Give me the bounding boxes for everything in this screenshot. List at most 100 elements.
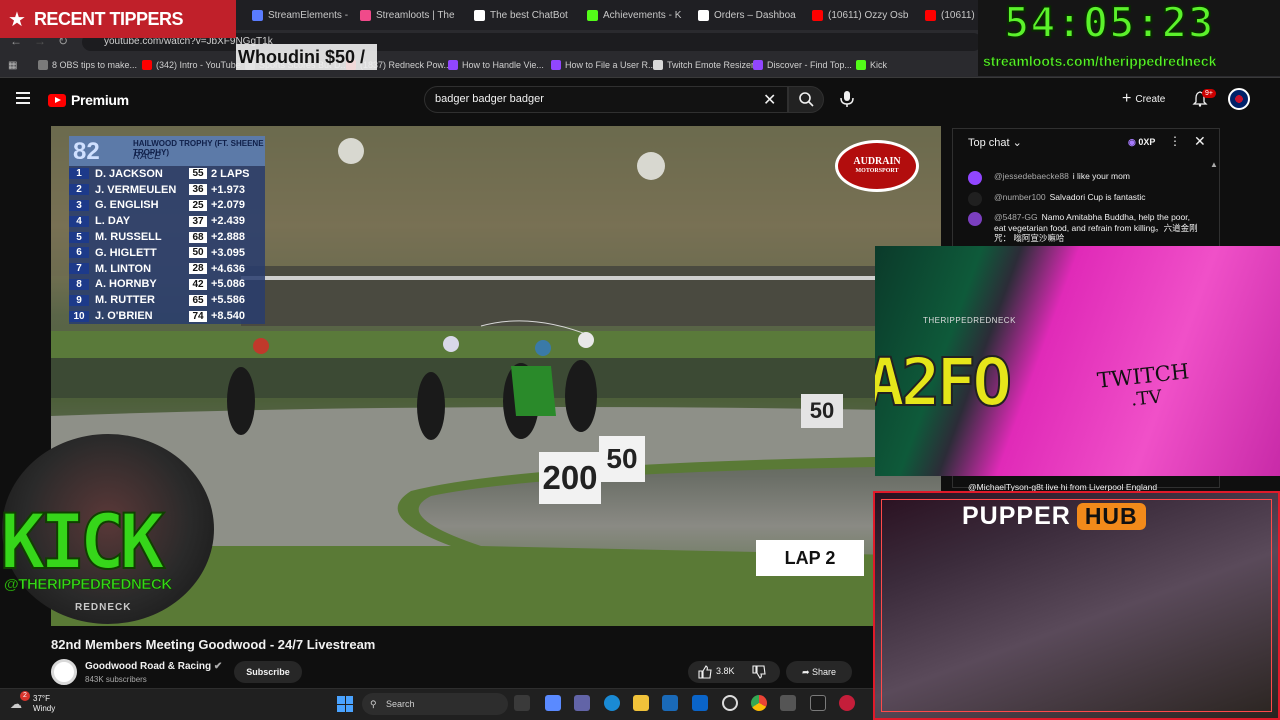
bookmark-label: How to Handle Vie... bbox=[462, 60, 544, 70]
chat-author[interactable]: @jessedebaecke88 bbox=[994, 171, 1069, 181]
distance-board-50: 50 bbox=[599, 436, 645, 482]
rider-position: 2 bbox=[69, 184, 89, 196]
obs-icon[interactable] bbox=[722, 695, 738, 711]
subscribe-button[interactable]: Subscribe bbox=[234, 661, 302, 683]
rider-name: M. RUSSELL bbox=[95, 231, 162, 244]
leaderboard-row: 9 M. RUTTER 65 +5.586 bbox=[69, 292, 265, 308]
menu-icon[interactable] bbox=[16, 92, 30, 104]
browser-tab[interactable]: Achievements - K ✕ bbox=[587, 4, 691, 26]
clear-search-icon[interactable]: ✕ bbox=[763, 90, 776, 110]
apps-grid-icon[interactable]: ▦ bbox=[8, 60, 17, 71]
chat-avatar[interactable] bbox=[968, 192, 982, 206]
youtube-logo-text: Premium bbox=[71, 92, 129, 108]
bookmark-item[interactable]: (342) Intro - YouTube bbox=[142, 60, 241, 70]
browser-tab[interactable]: StreamElements -✕ bbox=[252, 4, 356, 26]
taskbar-search-label: Search bbox=[386, 699, 415, 709]
chat-xp[interactable]: ◉ 0XP bbox=[1128, 137, 1155, 148]
chat-scroll-up-icon[interactable]: ▲ bbox=[1210, 160, 1218, 169]
chat-author[interactable]: @number100 bbox=[994, 192, 1046, 202]
chat-close-icon[interactable]: ✕ bbox=[1194, 133, 1206, 150]
weather-icon[interactable]: ☁ bbox=[10, 697, 22, 711]
rider-number: 50 bbox=[189, 247, 207, 259]
terminal-icon[interactable] bbox=[810, 695, 826, 711]
rider-number: 37 bbox=[189, 215, 207, 227]
browser-tab[interactable]: Streamloots | The✕ bbox=[360, 4, 464, 26]
rider-number: 28 bbox=[189, 263, 207, 275]
chat-mode-label: Top chat bbox=[968, 137, 1010, 149]
leaderboard-row: 5 M. RUSSELL 68 +2.888 bbox=[69, 229, 265, 245]
weather-condition: Windy bbox=[33, 703, 56, 713]
file-explorer-icon[interactable] bbox=[633, 695, 649, 711]
taskbar-search[interactable]: ⚲ Search bbox=[362, 693, 508, 715]
rider-gap: 2 LAPS bbox=[211, 167, 250, 180]
share-icon: ➦ bbox=[801, 667, 810, 677]
search-input[interactable]: badger badger badger bbox=[424, 86, 788, 113]
star-icon: ★ bbox=[8, 8, 26, 31]
bookmark-label: Twitch Emote Resizer bbox=[667, 60, 755, 70]
bookmark-item[interactable]: Kick bbox=[856, 60, 887, 70]
chat-message: @number100 Salvadori Cup is fantastic bbox=[968, 192, 1198, 206]
mail-icon[interactable] bbox=[662, 695, 678, 711]
rider-gap: +2.079 bbox=[211, 199, 245, 212]
edge-icon[interactable] bbox=[604, 695, 620, 711]
rider-gap: +2.439 bbox=[211, 215, 245, 228]
browser-tab[interactable]: Orders – Dashboa✕ bbox=[698, 4, 802, 26]
bookmark-item[interactable]: How to File a User R... bbox=[551, 60, 656, 70]
bookmark-item[interactable]: Discover - Find Top... bbox=[753, 60, 852, 70]
browser-tab[interactable]: The best ChatBot ✕ bbox=[474, 4, 578, 26]
chat-avatar[interactable] bbox=[968, 212, 982, 226]
search-button[interactable] bbox=[788, 86, 824, 113]
rider-name: L. DAY bbox=[95, 215, 131, 228]
rider-gap: +3.095 bbox=[211, 246, 245, 259]
tab-close-icon[interactable]: ✕ bbox=[577, 10, 578, 21]
leaderboard-row: 3 G. ENGLISH 25 +2.079 bbox=[69, 198, 265, 214]
chrome-icon[interactable] bbox=[751, 695, 767, 711]
tipper-ticker: Whoudini $50 / bbox=[236, 44, 378, 70]
rider-gap: +8.540 bbox=[211, 310, 245, 323]
leaderboard-number: 82 bbox=[73, 138, 100, 165]
leaderboard-row: 8 A. HORNBY 42 +5.086 bbox=[69, 277, 265, 293]
app-red-icon[interactable] bbox=[839, 695, 855, 711]
outlook-icon[interactable] bbox=[692, 695, 708, 711]
chat-mode-selector[interactable]: Top chat ⌄ bbox=[968, 136, 1022, 149]
weather-widget[interactable]: 37°F Windy bbox=[33, 694, 55, 713]
bookmark-item[interactable]: How to Handle Vie... bbox=[448, 60, 544, 70]
chat-author[interactable]: @5487-GG bbox=[994, 212, 1038, 222]
chat-message: @5487-GG Namo Amitabha Buddha, help the p… bbox=[968, 212, 1198, 244]
app-icon[interactable] bbox=[780, 695, 796, 711]
verified-icon: ✔ bbox=[213, 661, 223, 672]
channel-avatar[interactable] bbox=[51, 659, 77, 685]
rider-number: 25 bbox=[189, 199, 207, 211]
teams-icon[interactable] bbox=[574, 695, 590, 711]
tab-close-icon[interactable]: ✕ bbox=[690, 10, 691, 21]
tab-label: (10611) Ozzy Osb bbox=[828, 9, 909, 21]
account-avatar[interactable] bbox=[1228, 88, 1250, 110]
dislike-button[interactable] bbox=[752, 665, 766, 681]
chevron-down-icon: ⌄ bbox=[1012, 137, 1022, 149]
chat-message-body: @number100 Salvadori Cup is fantastic bbox=[994, 192, 1198, 203]
bookmark-favicon-icon bbox=[551, 60, 561, 70]
like-button[interactable] bbox=[698, 665, 712, 681]
chat-message-body: @jessedebaecke88 i like your mom bbox=[994, 171, 1198, 182]
browser-tab[interactable]: (10611) Ozzy Osb✕ bbox=[812, 4, 916, 26]
bookmark-item[interactable]: 8 OBS tips to make... bbox=[38, 60, 137, 70]
microphone-icon[interactable] bbox=[838, 90, 856, 108]
bookmark-favicon-icon bbox=[653, 60, 663, 70]
task-view-icon[interactable] bbox=[514, 695, 530, 711]
bookmark-item[interactable]: Twitch Emote Resizer bbox=[653, 60, 754, 70]
share-button[interactable]: ➦ Share bbox=[786, 661, 852, 683]
bookmark-favicon-icon bbox=[753, 60, 763, 70]
channel-name[interactable]: Goodwood Road & Racing ✔ bbox=[85, 661, 222, 672]
kick-overlay: KICK @THERIPPEDREDNECK REDNECK bbox=[0, 434, 224, 624]
leaderboard-row: 7 M. LINTON 28 +4.636 bbox=[69, 261, 265, 277]
bookmark-label: Kick bbox=[870, 60, 888, 70]
rider-position: 7 bbox=[69, 263, 89, 275]
chat-more-icon[interactable]: ⋮ bbox=[1169, 134, 1181, 148]
rider-name: A. HORNBY bbox=[95, 278, 157, 291]
windows-start-icon[interactable] bbox=[337, 696, 353, 712]
copilot-icon[interactable] bbox=[545, 695, 561, 711]
create-button[interactable]: + Create bbox=[1122, 89, 1165, 109]
youtube-logo[interactable]: Premium bbox=[48, 92, 129, 108]
tab-favicon-icon bbox=[587, 9, 598, 21]
chat-avatar[interactable] bbox=[968, 171, 982, 185]
